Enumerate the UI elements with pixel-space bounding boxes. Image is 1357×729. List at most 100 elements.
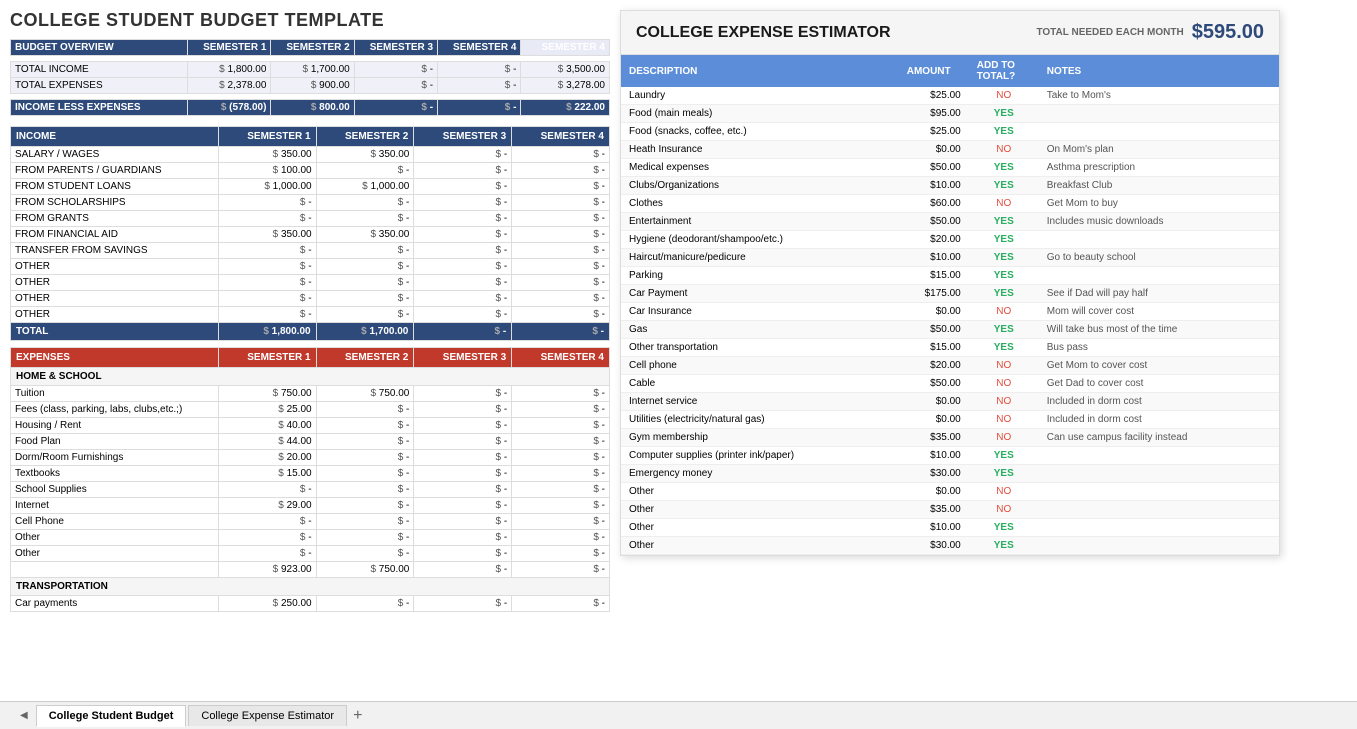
income-header: INCOME [11, 127, 219, 147]
estimator-total-value: $595.00 [1192, 21, 1264, 44]
estimator-col-notes: NOTES [1039, 55, 1279, 87]
estimator-amount-9: $10.00 [899, 249, 969, 267]
estimator-amount-15: $20.00 [899, 357, 969, 375]
expense-row-0: Tuition $ 750.00 $ 750.00 $ - $ - [11, 386, 610, 402]
income-row-5: FROM FINANCIAL AID $ 350.00 $ 350.00 $ -… [11, 227, 610, 243]
estimator-col-desc: DESCRIPTION [621, 55, 899, 87]
estimator-notes-20 [1039, 447, 1279, 465]
right-panel: COLLEGE EXPENSE ESTIMATOR TOTAL NEEDED E… [620, 10, 1347, 719]
estimator-add-0: NO [969, 87, 1039, 105]
estimator-notes-21 [1039, 465, 1279, 483]
estimator-add-19: NO [969, 429, 1039, 447]
estimator-notes-16: Get Dad to cover cost [1039, 375, 1279, 393]
estimator-add-23: NO [969, 501, 1039, 519]
estimator-add-5: YES [969, 177, 1039, 195]
estimator-row-4: Medical expenses $50.00 YES Asthma presc… [621, 159, 1279, 177]
total-income-label: TOTAL INCOME [11, 62, 188, 78]
estimator-card: COLLEGE EXPENSE ESTIMATOR TOTAL NEEDED E… [620, 10, 1280, 556]
estimator-notes-17: Included in dorm cost [1039, 393, 1279, 411]
estimator-add-9: YES [969, 249, 1039, 267]
estimator-desc-18: Utilities (electricity/natural gas) [621, 411, 899, 429]
expense-row-4: Dorm/Room Furnishings $ 20.00 $ - $ - $ … [11, 450, 610, 466]
estimator-notes-13: Will take bus most of the time [1039, 321, 1279, 339]
estimator-add-22: NO [969, 483, 1039, 501]
estimator-row-19: Gym membership $35.00 NO Can use campus … [621, 429, 1279, 447]
expenses-col-s4: SEMESTER 4 [512, 348, 610, 368]
expenses-col-s3: SEMESTER 3 [414, 348, 512, 368]
tab-add-button[interactable]: + [353, 707, 362, 725]
estimator-notes-11: See if Dad will pay half [1039, 285, 1279, 303]
estimator-desc-1: Food (main meals) [621, 105, 899, 123]
estimator-notes-18: Included in dorm cost [1039, 411, 1279, 429]
overview-table: BUDGET OVERVIEW SEMESTER 1 SEMESTER 2 SE… [10, 39, 610, 116]
estimator-row-13: Gas $50.00 YES Will take bus most of the… [621, 321, 1279, 339]
estimator-row-10: Parking $15.00 YES [621, 267, 1279, 285]
estimator-amount-20: $10.00 [899, 447, 969, 465]
estimator-add-17: NO [969, 393, 1039, 411]
estimator-amount-16: $50.00 [899, 375, 969, 393]
income-row-8: OTHER $ - $ - $ - $ - [11, 275, 610, 291]
estimator-add-2: YES [969, 123, 1039, 141]
estimator-notes-23 [1039, 501, 1279, 519]
estimator-add-15: NO [969, 357, 1039, 375]
estimator-desc-20: Computer supplies (printer ink/paper) [621, 447, 899, 465]
car-payments-row: Car payments $ 250.00 $ - $ - $ - [11, 596, 610, 612]
income-total-label: TOTAL [11, 323, 219, 341]
estimator-notes-0: Take to Mom's [1039, 87, 1279, 105]
estimator-desc-24: Other [621, 519, 899, 537]
estimator-amount-13: $50.00 [899, 321, 969, 339]
tab-college-expense-estimator[interactable]: College Expense Estimator [188, 705, 347, 726]
expenses-col-s2: SEMESTER 2 [316, 348, 414, 368]
estimator-amount-8: $20.00 [899, 231, 969, 249]
income-row-1: FROM PARENTS / GUARDIANS $ 100.00 $ - $ … [11, 163, 610, 179]
estimator-desc-12: Car Insurance [621, 303, 899, 321]
left-panel: COLLEGE STUDENT BUDGET TEMPLATE BUDGET O… [10, 10, 610, 719]
estimator-amount-0: $25.00 [899, 87, 969, 105]
estimator-row-16: Cable $50.00 NO Get Dad to cover cost [621, 375, 1279, 393]
estimator-desc-2: Food (snacks, coffee, etc.) [621, 123, 899, 141]
estimator-amount-12: $0.00 [899, 303, 969, 321]
estimator-col-add: ADD TO TOTAL? [969, 55, 1039, 87]
estimator-notes-2 [1039, 123, 1279, 141]
estimator-notes-4: Asthma prescription [1039, 159, 1279, 177]
estimator-desc-9: Haircut/manicure/pedicure [621, 249, 899, 267]
income-row-0: SALARY / WAGES $ 350.00 $ 350.00 $ - $ - [11, 147, 610, 163]
estimator-desc-13: Gas [621, 321, 899, 339]
estimator-desc-3: Heath Insurance [621, 141, 899, 159]
estimator-row-23: Other $35.00 NO [621, 501, 1279, 519]
estimator-desc-23: Other [621, 501, 899, 519]
total-expenses-label: TOTAL EXPENSES [11, 78, 188, 94]
income-row-9: OTHER $ - $ - $ - $ - [11, 291, 610, 307]
income-less-row: INCOME LESS EXPENSES $ (578.00) $ 800.00… [11, 100, 610, 116]
expense-row-1: Fees (class, parking, labs, clubs,etc.;)… [11, 402, 610, 418]
estimator-add-11: YES [969, 285, 1039, 303]
estimator-notes-22 [1039, 483, 1279, 501]
estimator-amount-10: $15.00 [899, 267, 969, 285]
estimator-notes-14: Bus pass [1039, 339, 1279, 357]
overview-col-s4: SEMESTER 4 [438, 40, 521, 56]
estimator-add-12: NO [969, 303, 1039, 321]
page-title: COLLEGE STUDENT BUDGET TEMPLATE [10, 10, 610, 31]
expenses-table: EXPENSES SEMESTER 1 SEMESTER 2 SEMESTER … [10, 347, 610, 612]
estimator-add-16: NO [969, 375, 1039, 393]
income-table: INCOME SEMESTER 1 SEMESTER 2 SEMESTER 3 … [10, 126, 610, 341]
income-row-4: FROM GRANTS $ - $ - $ - $ - [11, 211, 610, 227]
income-col-s3: SEMESTER 3 [414, 127, 512, 147]
estimator-row-0: Laundry $25.00 NO Take to Mom's [621, 87, 1279, 105]
estimator-row-20: Computer supplies (printer ink/paper) $1… [621, 447, 1279, 465]
estimator-desc-21: Emergency money [621, 465, 899, 483]
expense-row-7: Internet $ 29.00 $ - $ - $ - [11, 498, 610, 514]
estimator-desc-7: Entertainment [621, 213, 899, 231]
estimator-amount-6: $60.00 [899, 195, 969, 213]
home-school-category: HOME & SCHOOL [11, 368, 610, 386]
estimator-amount-4: $50.00 [899, 159, 969, 177]
tab-college-student-budget[interactable]: College Student Budget [36, 705, 187, 727]
overview-col-total: SEMESTER 4 [521, 40, 610, 56]
estimator-add-14: YES [969, 339, 1039, 357]
estimator-row-6: Clothes $60.00 NO Get Mom to buy [621, 195, 1279, 213]
estimator-add-18: NO [969, 411, 1039, 429]
estimator-desc-17: Internet service [621, 393, 899, 411]
estimator-desc-15: Cell phone [621, 357, 899, 375]
estimator-col-amount: AMOUNT [899, 55, 969, 87]
tab-prev-arrow[interactable]: ◀ [20, 710, 28, 721]
